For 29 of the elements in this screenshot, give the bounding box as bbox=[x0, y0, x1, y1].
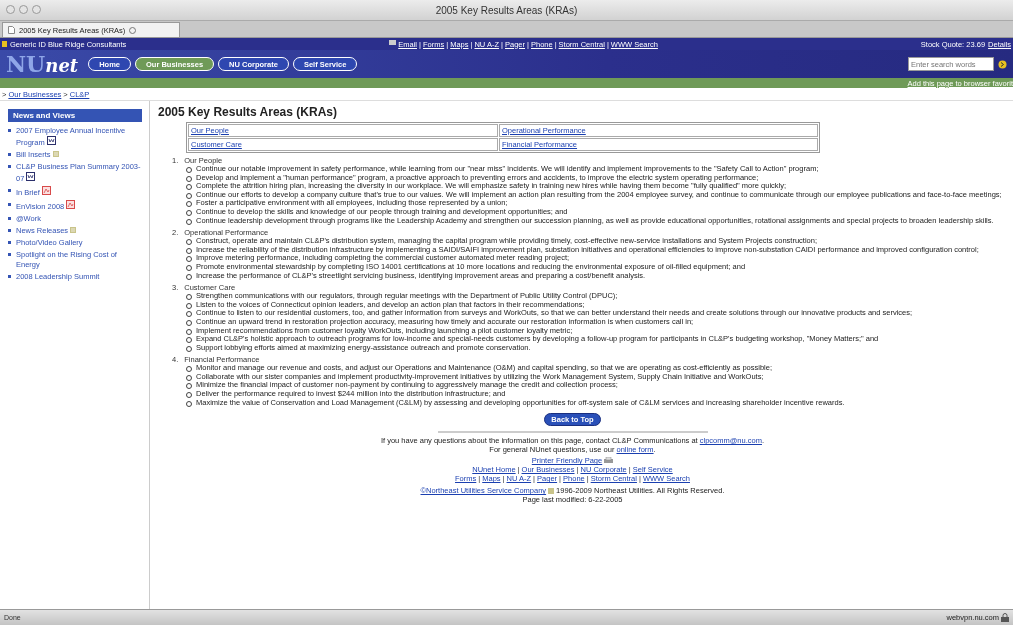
bullet-icon bbox=[8, 189, 11, 192]
close-button[interactable] bbox=[6, 5, 15, 14]
file-icon bbox=[548, 487, 555, 494]
bullet-icon bbox=[8, 217, 11, 220]
page-icon bbox=[8, 26, 15, 34]
file-icon bbox=[52, 151, 59, 157]
bullet-icon bbox=[8, 153, 11, 156]
file-icon bbox=[70, 227, 77, 233]
lock-icon bbox=[1001, 613, 1009, 622]
minimize-button[interactable] bbox=[19, 5, 28, 14]
search-go-icon[interactable] bbox=[998, 59, 1007, 69]
close-icon[interactable] bbox=[129, 26, 137, 34]
logo: NUnet bbox=[6, 51, 79, 77]
pdf-icon bbox=[66, 200, 76, 209]
printer-icon bbox=[604, 457, 614, 465]
page-heading: 2005 Key Results Areas (KRAs) bbox=[158, 105, 338, 119]
bullet-icon bbox=[8, 253, 11, 256]
bullet-icon bbox=[8, 275, 11, 278]
zoom-button[interactable] bbox=[32, 5, 41, 14]
document-icon bbox=[46, 136, 56, 145]
bullet-icon bbox=[8, 165, 11, 168]
bullet-icon bbox=[8, 203, 11, 206]
bullet-icon bbox=[8, 241, 11, 244]
bullet-icon bbox=[8, 129, 11, 132]
window-title: 2005 Key Results Areas (KRAs) bbox=[435, 4, 578, 16]
sidebar-heading: News and Views bbox=[8, 109, 142, 122]
document-icon bbox=[26, 172, 36, 181]
pdf-icon bbox=[41, 186, 51, 195]
bullet-icon bbox=[8, 229, 11, 232]
